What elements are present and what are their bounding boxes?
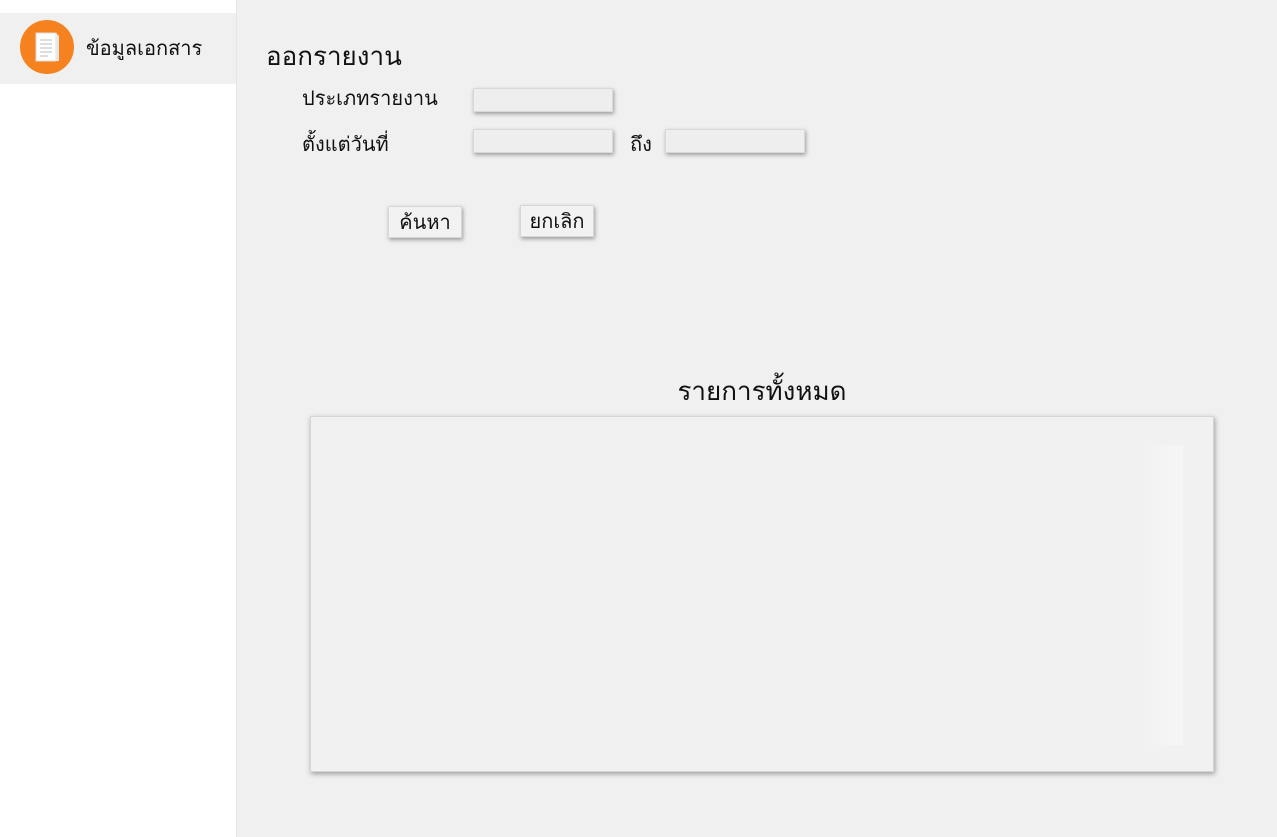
report-type-label: ประเภทรายงาน <box>302 86 438 110</box>
to-date-input[interactable] <box>665 129 805 153</box>
app-window: ข้อมูลเอกสาร ออกรายงาน ประเภทรายงาน ตั้ง… <box>0 0 1277 837</box>
cancel-button[interactable]: ยกเลิก <box>520 205 594 237</box>
sidebar: ข้อมูลเอกสาร <box>0 0 237 837</box>
list-title: รายการทั้งหมด <box>677 377 847 407</box>
document-icon <box>20 20 74 74</box>
document-icon-graphic <box>35 32 59 62</box>
sidebar-item-label: ข้อมูลเอกสาร <box>86 36 203 60</box>
report-type-input[interactable] <box>473 88 613 112</box>
from-date-label: ตั้งแต่วันที่ <box>302 132 389 156</box>
search-button[interactable]: ค้นหา <box>388 206 462 238</box>
list-scroll-area <box>1143 445 1183 745</box>
to-date-label: ถึง <box>630 132 652 156</box>
sidebar-item-documents[interactable]: ข้อมูลเอกสาร <box>0 13 236 84</box>
page-title: ออกรายงาน <box>266 42 402 72</box>
results-list-panel[interactable] <box>310 416 1214 772</box>
from-date-input[interactable] <box>473 129 613 153</box>
